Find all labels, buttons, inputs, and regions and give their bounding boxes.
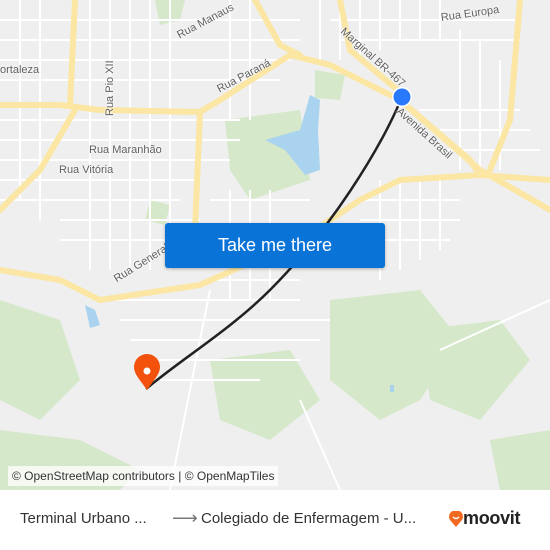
- arrow-right-icon: ⟶: [172, 508, 198, 528]
- destination-marker[interactable]: [134, 354, 160, 390]
- street-label: Rua Vitória: [59, 164, 114, 176]
- street-label: Rua Maranhão: [89, 144, 162, 156]
- take-me-there-button[interactable]: Take me there: [165, 223, 385, 268]
- destination-name: Colegiado de Enfermagem - U...: [201, 510, 417, 527]
- map-attribution[interactable]: © OpenStreetMap contributors | © OpenMap…: [8, 466, 279, 486]
- street-label: ortaleza: [0, 64, 40, 76]
- moovit-logo[interactable]: moovit: [449, 508, 521, 529]
- footer: Terminal Urbano ... ⟶ Colegiado de Enfer…: [0, 490, 550, 550]
- origin-marker[interactable]: [392, 87, 412, 107]
- moovit-pin-icon: [449, 510, 463, 527]
- origin-name: Terminal Urbano ...: [20, 510, 147, 527]
- street-label: Rua Pio XII: [104, 60, 116, 116]
- moovit-wordmark: moovit: [463, 508, 521, 528]
